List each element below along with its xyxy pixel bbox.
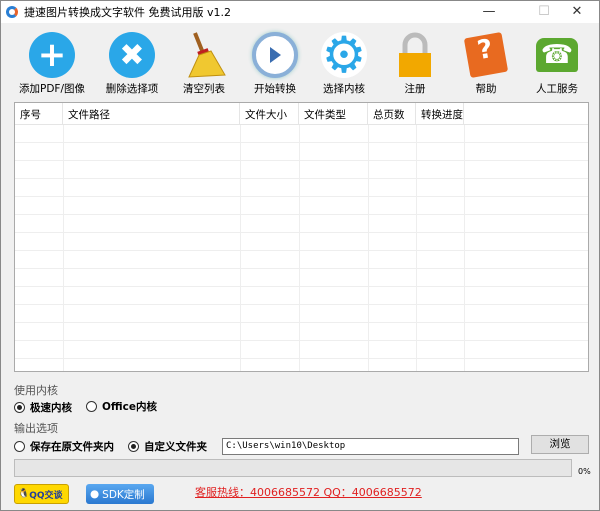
close-button[interactable]: ✕ <box>555 1 599 23</box>
browse-button[interactable]: 浏览 <box>531 435 589 454</box>
globe-icon: ● <box>90 488 100 500</box>
select-engine-button[interactable]: ⚙ 选择内核 <box>304 26 384 96</box>
delete-selected-button[interactable]: ✖ 删除选择项 <box>92 27 172 96</box>
radio-label: Office内核 <box>102 401 157 413</box>
qq-label: QQ交谈 <box>29 490 63 501</box>
button-label: 人工服务 <box>536 83 578 95</box>
engine-section-title: 使用内核 <box>14 384 58 397</box>
button-label: 帮助 <box>475 83 497 95</box>
progress-bar <box>14 459 572 477</box>
custom-folder-radio[interactable]: 自定义文件夹 <box>128 439 207 454</box>
sdk-custom-button[interactable]: ● SDK定制 <box>86 484 154 504</box>
table-header: 序号 文件路径 文件大小 文件类型 总页数 转换进度 <box>15 103 588 125</box>
button-label: 添加PDF/图像 <box>19 83 85 95</box>
manual-service-button[interactable]: ☎ 人工服务 <box>517 27 597 96</box>
minimize-button[interactable]: — <box>467 1 511 23</box>
sdk-label: SDK定制 <box>102 488 145 501</box>
app-logo-icon <box>6 6 18 18</box>
table-body <box>15 125 588 371</box>
radio-label: 自定义文件夹 <box>144 441 207 453</box>
broom-icon <box>188 32 226 78</box>
button-label: 开始转换 <box>254 83 296 95</box>
qq-chat-button[interactable]: 🐧 QQ交谈 <box>14 484 69 504</box>
play-icon <box>252 32 298 78</box>
window-title: 捷速图片转换成文字软件 免费试用版 v1.2 <box>24 6 231 19</box>
file-table[interactable]: 序号 文件路径 文件大小 文件类型 总页数 转换进度 <box>14 102 589 372</box>
column-page-count[interactable]: 总页数 <box>368 103 416 124</box>
engine-office-radio[interactable]: Office内核 <box>86 399 157 414</box>
button-label: 删除选择项 <box>105 83 159 95</box>
qq-penguin-icon: 🐧 <box>18 489 30 499</box>
output-section-title: 输出选项 <box>14 422 58 435</box>
progress-percent: 0% <box>578 467 591 476</box>
column-file-path[interactable]: 文件路径 <box>63 103 240 124</box>
column-index[interactable]: 序号 <box>15 103 63 124</box>
phone-icon: ☎ <box>536 38 578 72</box>
gear-icon: ⚙ <box>321 26 367 84</box>
register-button[interactable]: 注册 <box>375 27 455 96</box>
start-convert-button[interactable]: 开始转换 <box>235 27 315 96</box>
radio-label: 保存在原文件夹内 <box>30 441 114 453</box>
column-file-size[interactable]: 文件大小 <box>240 103 299 124</box>
clear-list-button[interactable]: 清空列表 <box>164 27 244 96</box>
toolbar: + 添加PDF/图像 ✖ 删除选择项 清空列表 开始转换 ⚙ 选择内核 注册 ?… <box>1 26 600 99</box>
column-file-type[interactable]: 文件类型 <box>299 103 368 124</box>
button-label: 清空列表 <box>183 83 225 95</box>
engine-fast-radio[interactable]: 极速内核 <box>14 400 72 415</box>
button-label: 注册 <box>404 83 426 95</box>
hotline-link[interactable]: 客服热线：4006685572 QQ：4006685572 <box>195 484 422 500</box>
output-path-input[interactable]: C:\Users\win10\Desktop <box>222 438 519 455</box>
button-label: 选择内核 <box>323 83 365 95</box>
help-book-icon: ? <box>463 32 509 78</box>
lock-icon <box>399 32 431 77</box>
radio-label: 极速内核 <box>30 402 72 414</box>
x-icon: ✖ <box>109 32 155 78</box>
plus-icon: + <box>29 32 75 78</box>
title-bar: 捷速图片转换成文字软件 免费试用版 v1.2 — ☐ ✕ <box>1 1 599 23</box>
column-progress[interactable]: 转换进度 <box>416 103 464 124</box>
help-button[interactable]: ? 帮助 <box>446 27 526 96</box>
add-pdf-image-button[interactable]: + 添加PDF/图像 <box>12 27 92 96</box>
save-original-folder-radio[interactable]: 保存在原文件夹内 <box>14 439 114 454</box>
